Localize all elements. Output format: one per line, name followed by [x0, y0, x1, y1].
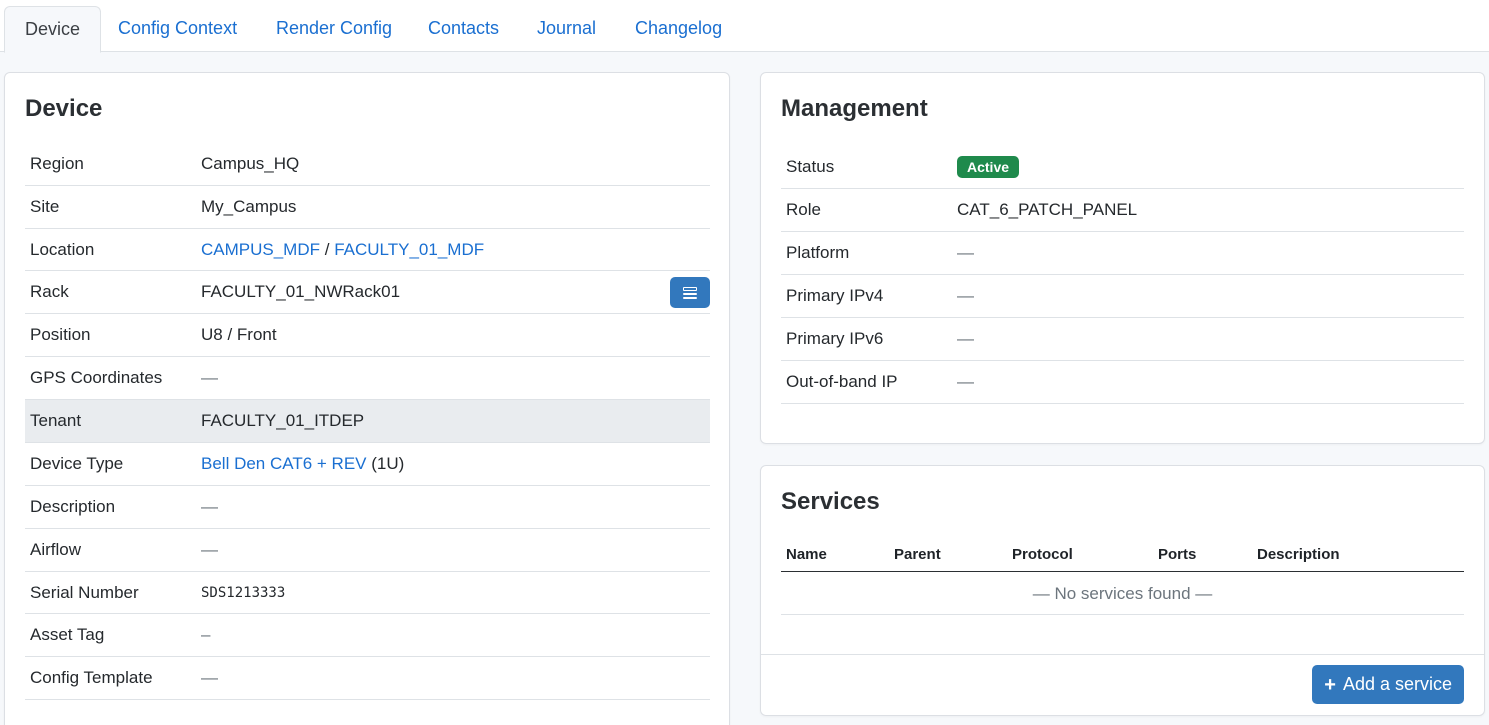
- location-label: Location: [30, 239, 95, 259]
- device-type-value: Bell Den CAT6 + REV (1U): [201, 454, 404, 474]
- tab-changelog[interactable]: Changelog: [615, 6, 742, 52]
- asset-tag-label: Asset Tag: [30, 625, 105, 644]
- region-link[interactable]: Campus_HQ: [201, 154, 299, 174]
- device-type-label: Device Type: [30, 454, 124, 473]
- add-service-button[interactable]: + Add a service: [1312, 665, 1464, 704]
- tab-render-config[interactable]: Render Config: [256, 6, 412, 52]
- col-name: Name: [786, 546, 827, 563]
- description-label: Description: [30, 497, 116, 516]
- row-role: Role CAT_6_PATCH_PANEL: [781, 189, 1464, 232]
- row-airflow: Airflow —: [25, 529, 710, 572]
- row-asset-tag: Asset Tag –: [25, 614, 710, 657]
- platform-value: —: [957, 243, 974, 262]
- row-primary-ipv6: Primary IPv6 —: [781, 318, 1464, 361]
- location-link[interactable]: FACULTY_01_MDF: [334, 240, 484, 259]
- tab-journal[interactable]: Journal: [517, 6, 616, 52]
- row-primary-ipv4: Primary IPv4 —: [781, 275, 1464, 318]
- tab-bar: Device Config Context Render Config Cont…: [0, 0, 1489, 53]
- status-value: Active: [957, 155, 1020, 178]
- tab-device[interactable]: Device: [4, 6, 102, 53]
- asset-tag-value: –: [201, 625, 211, 644]
- config-template-value: —: [201, 668, 218, 687]
- config-template-label: Config Template: [30, 668, 153, 687]
- airflow-label: Airflow: [30, 540, 82, 559]
- row-region: Region Campus_HQ: [25, 143, 710, 186]
- rack-label: Rack: [30, 282, 69, 301]
- site-label: Site: [30, 197, 60, 216]
- rack-elevation-icon: [683, 286, 697, 299]
- row-device-type: Device Type Bell Den CAT6 + REV (1U): [25, 443, 710, 486]
- gps-value: —: [201, 368, 218, 387]
- site-link[interactable]: My_Campus: [201, 197, 296, 217]
- location-parent-link[interactable]: CAMPUS_MDF: [201, 240, 320, 259]
- row-gps: GPS Coordinates —: [25, 357, 710, 400]
- row-location: Location CAMPUS_MDF / FACULTY_01_MDF: [25, 229, 710, 271]
- primary-ipv6-value: —: [957, 329, 974, 348]
- col-ports: Ports: [1158, 546, 1197, 563]
- region-label: Region: [30, 154, 84, 173]
- device-card-title: Device: [25, 95, 103, 122]
- row-tenant: Tenant FACULTY_01_ITDEP: [25, 400, 710, 443]
- services-card: Services Name Parent Protocol Ports Desc…: [760, 465, 1485, 716]
- oob-ip-value: —: [957, 372, 974, 391]
- row-rack: Rack FACULTY_01_NWRack01: [25, 271, 710, 314]
- row-platform: Platform —: [781, 232, 1464, 275]
- col-protocol: Protocol: [1012, 546, 1073, 563]
- services-card-title: Services: [781, 488, 880, 515]
- role-link[interactable]: CAT_6_PATCH_PANEL: [957, 200, 1137, 220]
- device-card: Device Region Campus_HQ Site My_Campus L…: [4, 72, 730, 725]
- position-label: Position: [30, 325, 91, 344]
- device-type-link[interactable]: Bell Den CAT6 + REV: [201, 454, 367, 473]
- management-card-title: Management: [781, 95, 928, 122]
- row-status: Status Active: [781, 145, 1464, 189]
- location-separator: /: [324, 239, 330, 259]
- rack-link[interactable]: FACULTY_01_NWRack01: [201, 282, 400, 302]
- management-card: Management Status Active Role CAT_6_PATC…: [760, 72, 1485, 444]
- row-config-template: Config Template —: [25, 657, 710, 700]
- primary-ipv4-label: Primary IPv4: [786, 286, 884, 305]
- location-value: CAMPUS_MDF / FACULTY_01_MDF: [201, 240, 484, 260]
- services-table-header: Name Parent Protocol Ports Description: [781, 536, 1464, 572]
- row-position: Position U8 / Front: [25, 314, 710, 357]
- col-parent: Parent: [894, 546, 941, 563]
- tab-config-context[interactable]: Config Context: [98, 6, 257, 52]
- gps-label: GPS Coordinates: [30, 368, 163, 387]
- device-type-height: (1U): [371, 454, 405, 473]
- description-value: —: [201, 497, 218, 516]
- services-empty-message: — No services found —: [781, 572, 1464, 615]
- tab-contacts[interactable]: Contacts: [408, 6, 519, 52]
- tenant-link[interactable]: FACULTY_01_ITDEP: [201, 411, 364, 431]
- device-attributes-table: Region Campus_HQ Site My_Campus Location…: [25, 143, 710, 700]
- tenant-label: Tenant: [30, 411, 82, 430]
- airflow-value: —: [201, 540, 218, 559]
- plus-icon: +: [1324, 673, 1336, 696]
- serial-number-value: SDS1213333: [201, 584, 286, 601]
- position-value: U8 / Front: [201, 325, 277, 344]
- oob-ip-label: Out-of-band IP: [786, 372, 898, 391]
- primary-ipv4-value: —: [957, 286, 974, 305]
- row-serial-number: Serial Number SDS1213333: [25, 572, 710, 614]
- row-description: Description —: [25, 486, 710, 529]
- management-table: Status Active Role CAT_6_PATCH_PANEL Pla…: [781, 145, 1464, 404]
- serial-number-label: Serial Number: [30, 582, 139, 602]
- services-card-footer: + Add a service: [761, 654, 1484, 715]
- col-description: Description: [1257, 546, 1340, 563]
- primary-ipv6-label: Primary IPv6: [786, 329, 884, 348]
- role-label: Role: [786, 200, 821, 219]
- view-rack-button[interactable]: [670, 277, 710, 308]
- platform-label: Platform: [786, 243, 850, 262]
- add-service-label: Add a service: [1342, 674, 1452, 694]
- row-site: Site My_Campus: [25, 186, 710, 229]
- status-label: Status: [786, 156, 835, 176]
- status-badge: Active: [957, 155, 1020, 178]
- row-oob-ip: Out-of-band IP —: [781, 361, 1464, 404]
